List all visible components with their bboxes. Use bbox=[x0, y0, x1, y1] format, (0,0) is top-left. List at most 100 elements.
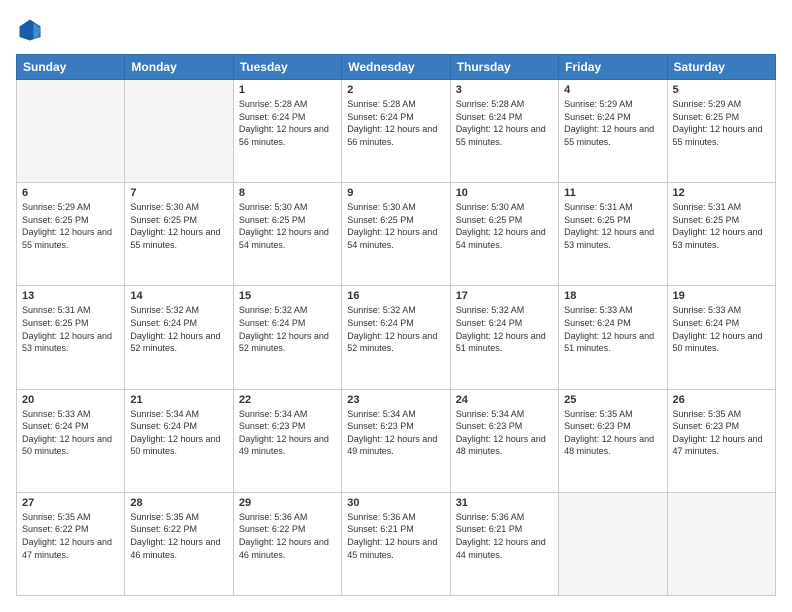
day-number: 22 bbox=[239, 394, 336, 406]
day-info: Sunrise: 5:35 AM Sunset: 6:22 PM Dayligh… bbox=[130, 511, 227, 561]
calendar-cell: 10 Sunrise: 5:30 AM Sunset: 6:25 PM Dayli… bbox=[450, 183, 558, 286]
day-number: 15 bbox=[239, 290, 336, 302]
logo-icon bbox=[16, 16, 44, 44]
day-number: 11 bbox=[564, 187, 661, 199]
day-number: 13 bbox=[22, 290, 119, 302]
calendar-table: SundayMondayTuesdayWednesdayThursdayFrid… bbox=[16, 54, 776, 596]
calendar-cell: 4 Sunrise: 5:29 AM Sunset: 6:24 PM Daylig… bbox=[559, 80, 667, 183]
calendar-cell: 25 Sunrise: 5:35 AM Sunset: 6:23 PM Dayli… bbox=[559, 389, 667, 492]
weekday-header-friday: Friday bbox=[559, 55, 667, 80]
day-info: Sunrise: 5:30 AM Sunset: 6:25 PM Dayligh… bbox=[130, 201, 227, 251]
day-info: Sunrise: 5:33 AM Sunset: 6:24 PM Dayligh… bbox=[673, 304, 770, 354]
day-number: 23 bbox=[347, 394, 444, 406]
day-info: Sunrise: 5:28 AM Sunset: 6:24 PM Dayligh… bbox=[239, 98, 336, 148]
day-info: Sunrise: 5:29 AM Sunset: 6:24 PM Dayligh… bbox=[564, 98, 661, 148]
day-info: Sunrise: 5:29 AM Sunset: 6:25 PM Dayligh… bbox=[673, 98, 770, 148]
day-number: 1 bbox=[239, 84, 336, 96]
day-info: Sunrise: 5:31 AM Sunset: 6:25 PM Dayligh… bbox=[22, 304, 119, 354]
day-number: 10 bbox=[456, 187, 553, 199]
day-number: 19 bbox=[673, 290, 770, 302]
calendar-cell: 26Sunrise: 5:35 AM Sunset: 6:23 PM Dayli… bbox=[667, 389, 775, 492]
weekday-header-row: SundayMondayTuesdayWednesdayThursdayFrid… bbox=[17, 55, 776, 80]
week-row-5: 27 Sunrise: 5:35 AM Sunset: 6:22 PM Dayli… bbox=[17, 492, 776, 595]
day-number: 18 bbox=[564, 290, 661, 302]
calendar-cell: 22 Sunrise: 5:34 AM Sunset: 6:23 PM Dayli… bbox=[233, 389, 341, 492]
day-number: 24 bbox=[456, 394, 553, 406]
week-row-1: 1 Sunrise: 5:28 AM Sunset: 6:24 PM Daylig… bbox=[17, 80, 776, 183]
day-info: Sunrise: 5:31 AM Sunset: 6:25 PM Dayligh… bbox=[564, 201, 661, 251]
day-info: Sunrise: 5:36 AM Sunset: 6:21 PM Dayligh… bbox=[456, 511, 553, 561]
calendar-cell: 7 Sunrise: 5:30 AM Sunset: 6:25 PM Daylig… bbox=[125, 183, 233, 286]
page: SundayMondayTuesdayWednesdayThursdayFrid… bbox=[0, 0, 792, 612]
day-number: 8 bbox=[239, 187, 336, 199]
calendar-cell: 19 Sunrise: 5:33 AM Sunset: 6:24 PM Dayli… bbox=[667, 286, 775, 389]
week-row-4: 20 Sunrise: 5:33 AM Sunset: 6:24 PM Dayli… bbox=[17, 389, 776, 492]
calendar-cell: 9 Sunrise: 5:30 AM Sunset: 6:25 PM Daylig… bbox=[342, 183, 450, 286]
day-info: Sunrise: 5:34 AM Sunset: 6:23 PM Dayligh… bbox=[456, 408, 553, 458]
calendar-cell: 3Sunrise: 5:28 AM Sunset: 6:24 PM Daylig… bbox=[450, 80, 558, 183]
weekday-header-thursday: Thursday bbox=[450, 55, 558, 80]
day-info: Sunrise: 5:35 AM Sunset: 6:23 PM Dayligh… bbox=[564, 408, 661, 458]
day-info: Sunrise: 5:35 AM Sunset: 6:22 PM Dayligh… bbox=[22, 511, 119, 561]
calendar-cell: 13 Sunrise: 5:31 AM Sunset: 6:25 PM Dayli… bbox=[17, 286, 125, 389]
day-number: 14 bbox=[130, 290, 227, 302]
calendar-cell: 27 Sunrise: 5:35 AM Sunset: 6:22 PM Dayli… bbox=[17, 492, 125, 595]
day-info: Sunrise: 5:30 AM Sunset: 6:25 PM Dayligh… bbox=[239, 201, 336, 251]
day-info: Sunrise: 5:30 AM Sunset: 6:25 PM Dayligh… bbox=[456, 201, 553, 251]
calendar-cell: 30Sunrise: 5:36 AM Sunset: 6:21 PM Dayli… bbox=[342, 492, 450, 595]
day-number: 29 bbox=[239, 497, 336, 509]
day-number: 5 bbox=[673, 84, 770, 96]
day-number: 4 bbox=[564, 84, 661, 96]
calendar-cell: 18Sunrise: 5:33 AM Sunset: 6:24 PM Dayli… bbox=[559, 286, 667, 389]
day-number: 27 bbox=[22, 497, 119, 509]
weekday-header-sunday: Sunday bbox=[17, 55, 125, 80]
calendar-cell bbox=[125, 80, 233, 183]
day-info: Sunrise: 5:32 AM Sunset: 6:24 PM Dayligh… bbox=[130, 304, 227, 354]
day-number: 28 bbox=[130, 497, 227, 509]
day-info: Sunrise: 5:35 AM Sunset: 6:23 PM Dayligh… bbox=[673, 408, 770, 458]
weekday-header-tuesday: Tuesday bbox=[233, 55, 341, 80]
calendar-cell: 21Sunrise: 5:34 AM Sunset: 6:24 PM Dayli… bbox=[125, 389, 233, 492]
calendar-cell: 28 Sunrise: 5:35 AM Sunset: 6:22 PM Dayli… bbox=[125, 492, 233, 595]
day-number: 2 bbox=[347, 84, 444, 96]
day-info: Sunrise: 5:32 AM Sunset: 6:24 PM Dayligh… bbox=[347, 304, 444, 354]
calendar-cell: 1 Sunrise: 5:28 AM Sunset: 6:24 PM Daylig… bbox=[233, 80, 341, 183]
day-info: Sunrise: 5:34 AM Sunset: 6:24 PM Dayligh… bbox=[130, 408, 227, 458]
calendar-cell: 31 Sunrise: 5:36 AM Sunset: 6:21 PM Dayli… bbox=[450, 492, 558, 595]
calendar-cell bbox=[667, 492, 775, 595]
calendar-cell bbox=[17, 80, 125, 183]
day-number: 16 bbox=[347, 290, 444, 302]
logo bbox=[16, 16, 48, 44]
calendar-cell: 17 Sunrise: 5:32 AM Sunset: 6:24 PM Dayli… bbox=[450, 286, 558, 389]
day-info: Sunrise: 5:32 AM Sunset: 6:24 PM Dayligh… bbox=[239, 304, 336, 354]
day-info: Sunrise: 5:33 AM Sunset: 6:24 PM Dayligh… bbox=[22, 408, 119, 458]
day-info: Sunrise: 5:32 AM Sunset: 6:24 PM Dayligh… bbox=[456, 304, 553, 354]
day-number: 17 bbox=[456, 290, 553, 302]
day-info: Sunrise: 5:29 AM Sunset: 6:25 PM Dayligh… bbox=[22, 201, 119, 251]
day-info: Sunrise: 5:30 AM Sunset: 6:25 PM Dayligh… bbox=[347, 201, 444, 251]
calendar-cell: 12 Sunrise: 5:31 AM Sunset: 6:25 PM Dayli… bbox=[667, 183, 775, 286]
day-info: Sunrise: 5:34 AM Sunset: 6:23 PM Dayligh… bbox=[239, 408, 336, 458]
day-number: 20 bbox=[22, 394, 119, 406]
weekday-header-monday: Monday bbox=[125, 55, 233, 80]
calendar-cell: 2 Sunrise: 5:28 AM Sunset: 6:24 PM Daylig… bbox=[342, 80, 450, 183]
day-number: 9 bbox=[347, 187, 444, 199]
calendar-cell: 16 Sunrise: 5:32 AM Sunset: 6:24 PM Dayli… bbox=[342, 286, 450, 389]
calendar-cell: 5 Sunrise: 5:29 AM Sunset: 6:25 PM Daylig… bbox=[667, 80, 775, 183]
calendar-cell: 8 Sunrise: 5:30 AM Sunset: 6:25 PM Daylig… bbox=[233, 183, 341, 286]
day-info: Sunrise: 5:28 AM Sunset: 6:24 PM Dayligh… bbox=[347, 98, 444, 148]
day-number: 7 bbox=[130, 187, 227, 199]
calendar-cell: 11 Sunrise: 5:31 AM Sunset: 6:25 PM Dayli… bbox=[559, 183, 667, 286]
day-number: 25 bbox=[564, 394, 661, 406]
calendar-cell: 20 Sunrise: 5:33 AM Sunset: 6:24 PM Dayli… bbox=[17, 389, 125, 492]
calendar-cell: 6 Sunrise: 5:29 AM Sunset: 6:25 PM Daylig… bbox=[17, 183, 125, 286]
day-info: Sunrise: 5:36 AM Sunset: 6:22 PM Dayligh… bbox=[239, 511, 336, 561]
day-info: Sunrise: 5:36 AM Sunset: 6:21 PM Dayligh… bbox=[347, 511, 444, 561]
day-info: Sunrise: 5:28 AM Sunset: 6:24 PM Dayligh… bbox=[456, 98, 553, 148]
day-info: Sunrise: 5:31 AM Sunset: 6:25 PM Dayligh… bbox=[673, 201, 770, 251]
calendar-cell: 24 Sunrise: 5:34 AM Sunset: 6:23 PM Dayli… bbox=[450, 389, 558, 492]
day-number: 12 bbox=[673, 187, 770, 199]
day-number: 6 bbox=[22, 187, 119, 199]
calendar-cell: 23Sunrise: 5:34 AM Sunset: 6:23 PM Dayli… bbox=[342, 389, 450, 492]
day-number: 31 bbox=[456, 497, 553, 509]
